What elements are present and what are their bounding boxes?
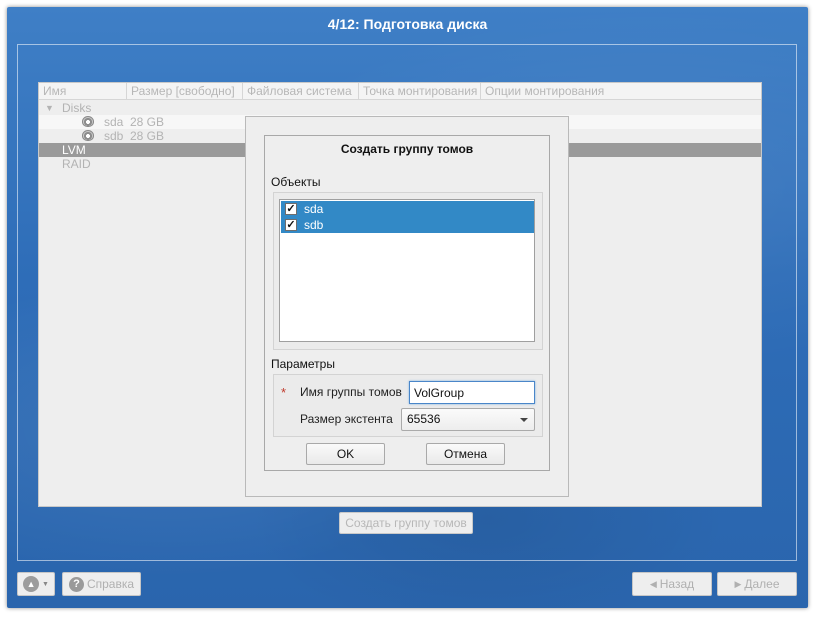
window-title: 4/12: Подготовка диска	[327, 16, 488, 32]
column-header-size[interactable]: Размер [свободно]	[127, 83, 243, 99]
expander-arrow-icon[interactable]: ▼	[45, 101, 54, 115]
ok-button[interactable]: OK	[306, 443, 385, 465]
disk-tree-header: Имя Размер [свободно] Файловая система Т…	[39, 83, 761, 100]
vg-name-label: Имя группы томов	[300, 385, 402, 399]
chevron-down-icon	[520, 418, 528, 422]
cancel-button[interactable]: Отмена	[426, 443, 505, 465]
extent-size-select[interactable]: 65536	[401, 408, 535, 431]
tree-row-size: 28 GB	[130, 129, 165, 143]
hard-disk-icon	[82, 130, 94, 141]
tree-row-label: RAID	[62, 157, 91, 171]
back-label: Назад	[659, 577, 695, 591]
tree-row-size: 28 GB	[130, 115, 165, 129]
back-button[interactable]: ◀ Назад	[632, 572, 712, 596]
checkbox-sdb[interactable]: ✓	[285, 219, 297, 231]
next-button[interactable]: ▶ Далее	[717, 572, 797, 596]
help-button[interactable]: ? Справка	[62, 572, 141, 596]
params-section-label: Параметры	[271, 357, 335, 371]
chevron-left-icon: ◀	[649, 578, 657, 589]
column-header-filesystem[interactable]: Файловая система	[243, 83, 359, 99]
extent-size-label: Размер экстента	[300, 412, 393, 426]
tree-row-label: sda	[104, 115, 124, 129]
tree-row-label: Disks	[62, 101, 92, 115]
checkmark-icon: ✓	[286, 219, 296, 231]
object-label: sda	[304, 202, 324, 216]
question-icon: ?	[68, 576, 84, 592]
column-header-mount-options[interactable]: Опции монтирования	[481, 83, 761, 99]
object-label: sdb	[304, 218, 324, 232]
tree-row-disks[interactable]: ▼ Disks	[39, 101, 761, 115]
required-mark: *	[281, 385, 287, 400]
objects-list[interactable]: ✓ sda ✓ sdb	[279, 199, 535, 342]
column-header-mountpoint[interactable]: Точка монтирования	[359, 83, 481, 99]
hard-disk-icon	[82, 116, 94, 127]
create-volume-group-button[interactable]: Создать группу томов	[339, 512, 473, 534]
chevron-right-icon: ▶	[734, 578, 742, 589]
tree-row-label: sdb	[104, 129, 124, 143]
checkbox-sda[interactable]: ✓	[285, 203, 297, 215]
extent-size-value: 65536	[407, 412, 441, 426]
list-item-sdb[interactable]: ✓ sdb	[281, 217, 534, 233]
vg-name-input[interactable]	[409, 381, 535, 404]
next-label: Далее	[744, 577, 780, 591]
objects-section-label: Объекты	[271, 175, 321, 189]
list-item-sda[interactable]: ✓ sda	[281, 201, 534, 217]
up-arrow-icon: ▲	[23, 576, 40, 592]
column-header-name[interactable]: Имя	[39, 83, 127, 99]
home-menu-button[interactable]: ▲ ▼	[17, 572, 55, 596]
dialog-title: Создать группу томов	[340, 142, 474, 156]
checkmark-icon: ✓	[286, 203, 296, 215]
dropdown-arrow-icon: ▼	[42, 580, 49, 588]
help-label: Справка	[86, 577, 135, 591]
tree-row-label: LVM	[62, 143, 86, 157]
